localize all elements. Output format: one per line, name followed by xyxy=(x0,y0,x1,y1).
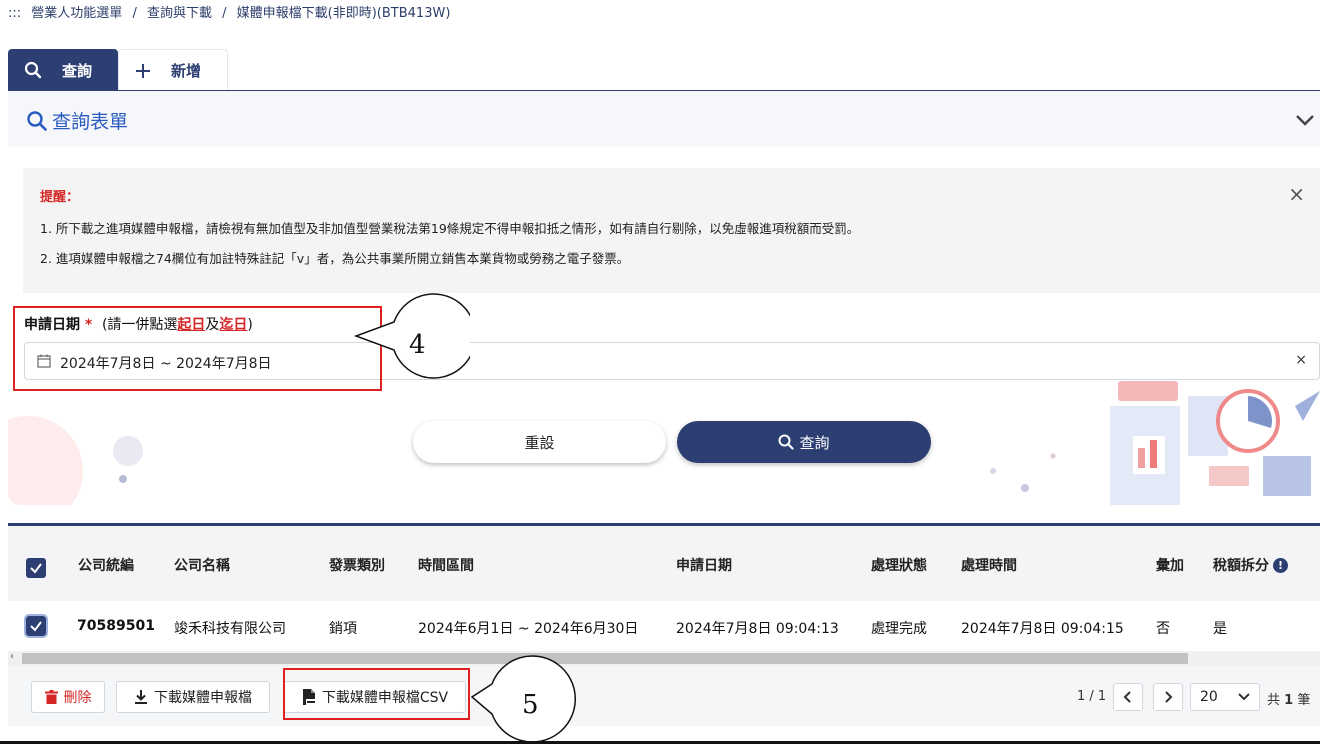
col-header-tax-split[interactable]: 稅額拆分! xyxy=(1213,555,1288,575)
breadcrumb-separator: / xyxy=(222,6,227,21)
annotation-highlight-date xyxy=(13,306,382,391)
annotation-number-4: 4 xyxy=(409,330,426,360)
breadcrumb: ::: 營業人功能選單 / 查詢與下載 / 媒體申報檔下載(非即時)(BTB41… xyxy=(8,2,456,21)
cell-process-time: 2024年7月8日 09:04:15 xyxy=(961,621,1124,637)
check-icon xyxy=(30,621,42,632)
cell-apply-date: 2024年7月8日 09:04:13 xyxy=(676,621,839,637)
notice-title: 提醒： xyxy=(40,190,80,205)
table-header: 公司統編 公司名稱 發票類別 時間區間 申請日期 處理狀態 處理時間 彙加 稅額… xyxy=(8,526,1320,601)
query-button-label: 查詢 xyxy=(799,433,830,452)
col-header-aggregate[interactable]: 彙加 xyxy=(1156,555,1184,575)
col-header-invoice-type[interactable]: 發票類別 xyxy=(329,555,385,575)
query-form-title-text: 查詢表單 xyxy=(52,111,129,133)
annotation-callout-5 xyxy=(470,655,577,743)
search-icon xyxy=(778,434,795,450)
cell-company-id: 70589501 xyxy=(77,618,155,634)
breadcrumb-separator: / xyxy=(132,6,137,21)
breadcrumb-item-query[interactable]: 查詢與下載 xyxy=(147,6,212,21)
col-header-process-time[interactable]: 處理時間 xyxy=(961,555,1017,575)
tab-add-label: 新增 xyxy=(171,62,202,80)
delete-button[interactable]: 刪除 xyxy=(31,681,105,713)
select-all-checkbox[interactable] xyxy=(26,558,46,578)
notice-line-1: 1. 所下載之進項媒體申報檔，請檢視有無加值型及非加值型營業稅法第19條規定不得… xyxy=(40,221,860,236)
download-icon xyxy=(135,690,147,704)
col-header-company-name[interactable]: 公司名稱 xyxy=(174,555,230,575)
notice-close-button[interactable]: × xyxy=(1288,182,1305,206)
page-size-select[interactable]: 20 xyxy=(1190,683,1260,711)
cell-invoice-type: 銷項 xyxy=(329,621,357,637)
total-count-value: 1 xyxy=(1284,693,1294,708)
chevron-right-icon xyxy=(1165,691,1173,703)
download-media-file-label: 下載媒體申報檔 xyxy=(154,690,252,706)
col-header-period[interactable]: 時間區間 xyxy=(418,555,474,575)
cell-period: 2024年6月1日 ~ 2024年6月30日 xyxy=(418,621,639,637)
background-illustration-right xyxy=(990,381,1320,505)
col-header-tax-split-label: 稅額拆分 xyxy=(1213,558,1269,574)
tab-query[interactable]: 查詢 xyxy=(8,49,118,91)
cell-status: 處理完成 xyxy=(871,621,927,637)
notice-line-2: 2. 進項媒體申報檔之74欄位有加註特殊註記「v」者，為公共事業所開立銷售本業貨… xyxy=(40,251,630,266)
annotation-highlight-csv xyxy=(283,668,470,720)
chevron-down-icon[interactable] xyxy=(1294,109,1316,131)
tab-add[interactable]: 新增 xyxy=(118,49,228,91)
col-header-company-id[interactable]: 公司統編 xyxy=(78,555,134,575)
col-header-apply-date[interactable]: 申請日期 xyxy=(676,555,732,575)
download-media-file-button[interactable]: 下載媒體申報檔 xyxy=(116,681,270,713)
col-header-status[interactable]: 處理狀態 xyxy=(871,555,927,575)
notice-box: 提醒： 1. 所下載之進項媒體申報檔，請檢視有無加值型及非加值型營業稅法第19條… xyxy=(23,168,1320,293)
breadcrumb-prefix: ::: xyxy=(8,6,22,21)
background-decoration-left xyxy=(8,416,143,505)
cell-company-name: 竣禾科技有限公司 xyxy=(174,621,286,637)
horizontal-scrollbar[interactable]: ‹ xyxy=(8,651,1320,666)
chevron-left-icon xyxy=(1123,691,1131,703)
page: ::: 營業人功能選單 / 查詢與下載 / 媒體申報檔下載(非即時)(BTB41… xyxy=(0,0,1320,744)
date-clear-button[interactable]: × xyxy=(1295,352,1307,368)
breadcrumb-item-current: 媒體申報檔下載(非即時)(BTB413W) xyxy=(236,6,451,21)
tab-bar: 查詢 新增 xyxy=(8,49,228,91)
search-icon xyxy=(27,110,47,131)
table-footer: 刪除 下載媒體申報檔 下載媒體申報檔CSV 1 / 1 20 共 1 筆 xyxy=(8,666,1320,726)
prev-page-button[interactable] xyxy=(1113,683,1143,711)
trash-icon xyxy=(44,690,58,704)
info-icon[interactable]: ! xyxy=(1273,558,1288,573)
breadcrumb-item-menu[interactable]: 營業人功能選單 xyxy=(31,6,122,21)
cell-aggregate: 否 xyxy=(1156,621,1170,637)
check-icon xyxy=(30,563,42,574)
total-count: 共 1 筆 xyxy=(1267,689,1310,708)
row-checkbox[interactable] xyxy=(24,614,48,638)
annotation-number-5: 5 xyxy=(522,690,539,720)
query-form-title: 查詢表單 xyxy=(26,107,128,134)
query-form-panel: 查詢表單 提醒： 1. 所下載之進項媒體申報檔，請檢視有無加值型及非加值型營業稅… xyxy=(8,91,1320,505)
search-icon xyxy=(24,61,42,79)
cell-tax-split: 是 xyxy=(1213,621,1227,637)
query-form-header[interactable]: 查詢表單 xyxy=(8,91,1320,147)
total-suffix: 筆 xyxy=(1297,693,1311,708)
table-row[interactable]: 70589501 竣禾科技有限公司 銷項 2024年6月1日 ~ 2024年6月… xyxy=(8,601,1320,651)
page-size-value: 20 xyxy=(1200,689,1218,705)
tab-query-label: 查詢 xyxy=(62,61,93,80)
page-info: 1 / 1 xyxy=(1077,689,1107,704)
total-prefix: 共 xyxy=(1267,693,1281,708)
delete-button-label: 刪除 xyxy=(63,690,92,706)
chevron-down-icon xyxy=(1238,693,1250,701)
query-button[interactable]: 查詢 xyxy=(677,421,931,463)
next-page-button[interactable] xyxy=(1153,683,1183,711)
plus-icon xyxy=(136,63,150,78)
reset-button[interactable]: 重設 xyxy=(413,421,666,463)
scroll-left-icon[interactable]: ‹ xyxy=(10,651,14,662)
scrollbar-thumb[interactable] xyxy=(22,653,1188,664)
